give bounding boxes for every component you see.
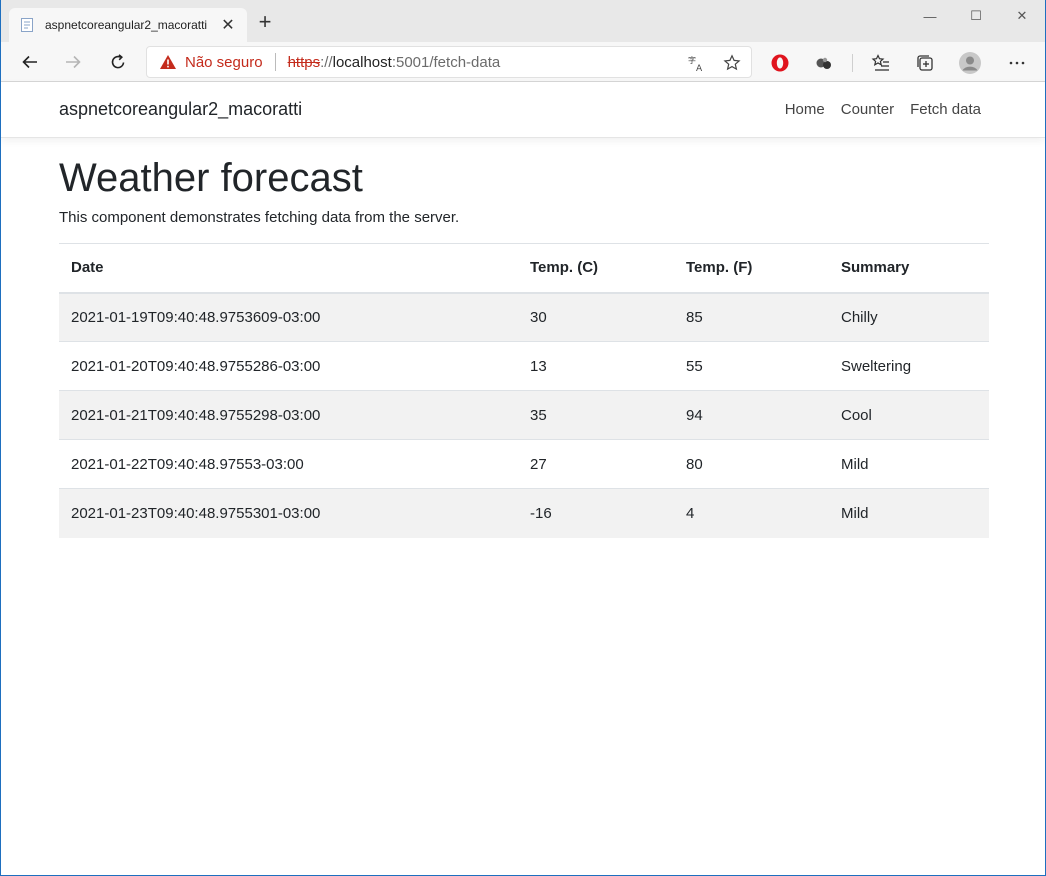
page-favicon-icon: [19, 17, 35, 33]
page-title: Weather forecast: [59, 156, 363, 200]
page-description: This component demonstrates fetching dat…: [59, 209, 460, 226]
column-header-summary: Summary: [829, 243, 989, 294]
cell-temp-c: 27: [518, 439, 674, 489]
cell-summary: Cool: [829, 390, 989, 440]
new-tab-button[interactable]: +: [254, 11, 276, 34]
column-header-temp-c: Temp. (C): [518, 243, 674, 294]
url-scheme: https: [287, 53, 321, 71]
cell-summary: Mild: [829, 488, 989, 538]
opera-icon[interactable]: [767, 50, 793, 76]
refresh-icon[interactable]: [104, 48, 132, 76]
nav-link-counter[interactable]: Counter: [841, 101, 894, 118]
close-window-button[interactable]: ✕: [999, 0, 1045, 32]
cell-date: 2021-01-20T09:40:48.9755286-03:00: [59, 341, 518, 391]
cell-summary: Sweltering: [829, 341, 989, 391]
cell-temp-f: 94: [674, 390, 829, 440]
table-row: 2021-01-20T09:40:48.9755286-03:00 13 55 …: [59, 341, 989, 391]
tab-strip: aspnetcoreangular2_macoratti ✕ + — ☐ ✕: [1, 0, 1045, 42]
toolbar-divider: [852, 54, 853, 72]
cell-date: 2021-01-21T09:40:48.9755298-03:00: [59, 390, 518, 440]
minimize-button[interactable]: —: [907, 0, 953, 32]
web-page: aspnetcoreangular2_macoratti Home Counte…: [1, 82, 1045, 875]
browser-toolbar: Não seguro https://localhost:5001/fetch-…: [1, 42, 1045, 82]
profile-icon[interactable]: [957, 50, 983, 76]
cell-temp-c: 13: [518, 341, 674, 391]
address-divider: [274, 53, 276, 71]
url-text[interactable]: https://localhost:5001/fetch-data: [288, 54, 501, 71]
nav-menu: Home Counter Fetch data: [785, 101, 981, 118]
nav-link-home[interactable]: Home: [785, 101, 825, 118]
forward-icon[interactable]: [59, 48, 87, 76]
cell-temp-f: 85: [674, 292, 829, 342]
svg-text:A: A: [696, 64, 703, 72]
url-separator: ://: [320, 53, 333, 71]
cell-temp-c: 35: [518, 390, 674, 440]
warning-icon[interactable]: [159, 54, 177, 70]
forecast-table: Date Temp. (C) Temp. (F) Summary 2021-01…: [59, 243, 989, 538]
cell-summary: Mild: [829, 439, 989, 489]
table-row: 2021-01-23T09:40:48.9755301-03:00 -16 4 …: [59, 488, 989, 538]
security-status[interactable]: Não seguro: [185, 54, 263, 71]
cell-temp-f: 55: [674, 341, 829, 391]
browser-tab[interactable]: aspnetcoreangular2_macoratti ✕: [9, 8, 247, 42]
column-header-date: Date: [59, 243, 518, 294]
table-row: 2021-01-19T09:40:48.9753609-03:00 30 85 …: [59, 292, 989, 342]
app-navbar: aspnetcoreangular2_macoratti Home Counte…: [1, 82, 1045, 138]
star-icon[interactable]: [722, 53, 742, 73]
table-row: 2021-01-22T09:40:48.97553-03:00 27 80 Mi…: [59, 439, 989, 489]
extension-icon[interactable]: [811, 50, 837, 76]
tab-title: aspnetcoreangular2_macoratti: [45, 18, 208, 32]
cell-temp-f: 4: [674, 488, 829, 538]
table-header-row: Date Temp. (C) Temp. (F) Summary: [59, 243, 989, 294]
tab-close-icon[interactable]: ✕: [219, 15, 237, 35]
address-bar[interactable]: Não seguro https://localhost:5001/fetch-…: [146, 46, 752, 78]
cell-summary: Chilly: [829, 292, 989, 342]
nav-link-fetch-data[interactable]: Fetch data: [910, 101, 981, 118]
cell-temp-c: 30: [518, 292, 674, 342]
cell-date: 2021-01-22T09:40:48.97553-03:00: [59, 439, 518, 489]
cell-temp-c: -16: [518, 488, 674, 538]
app-brand[interactable]: aspnetcoreangular2_macoratti: [59, 99, 302, 120]
main-content: Weather forecast This component demonstr…: [59, 154, 989, 538]
cell-date: 2021-01-23T09:40:48.9755301-03:00: [59, 488, 518, 538]
table-row: 2021-01-21T09:40:48.9755298-03:00 35 94 …: [59, 390, 989, 440]
back-icon[interactable]: [16, 48, 44, 76]
url-host: localhost: [332, 53, 392, 71]
collections-icon[interactable]: [912, 50, 938, 76]
svg-text:字: 字: [688, 55, 696, 65]
browser-window: aspnetcoreangular2_macoratti ✕ + — ☐ ✕ N…: [0, 0, 1046, 876]
translate-icon[interactable]: 字A: [686, 53, 706, 73]
favorites-icon[interactable]: [868, 50, 894, 76]
cell-temp-f: 80: [674, 439, 829, 489]
column-header-temp-f: Temp. (F): [674, 243, 829, 294]
url-path: :5001/fetch-data: [391, 53, 501, 71]
more-icon[interactable]: [1004, 50, 1030, 76]
cell-date: 2021-01-19T09:40:48.9753609-03:00: [59, 292, 518, 342]
maximize-button[interactable]: ☐: [953, 0, 999, 32]
